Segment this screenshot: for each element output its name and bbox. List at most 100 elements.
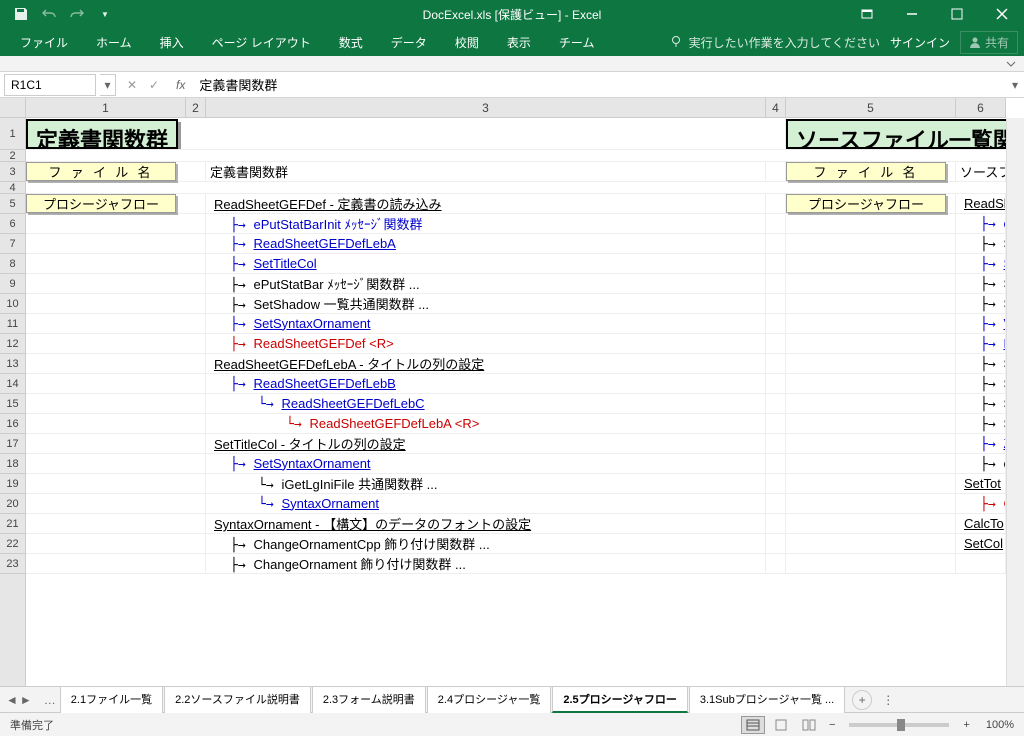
sheet-tab[interactable]: 2.4プロシージャ一覧 bbox=[427, 686, 552, 713]
cell[interactable] bbox=[766, 374, 786, 393]
undo-button[interactable] bbox=[36, 2, 62, 26]
qat-dropdown[interactable]: ▼ bbox=[92, 2, 118, 26]
cell[interactable] bbox=[766, 474, 786, 493]
tell-me-search[interactable]: 実行したい作業を入力してください bbox=[669, 34, 880, 51]
cell[interactable] bbox=[766, 254, 786, 273]
zoom-in-button[interactable]: + bbox=[959, 719, 973, 731]
ribbon-tab-データ[interactable]: データ bbox=[377, 30, 441, 55]
cell[interactable] bbox=[26, 294, 206, 313]
cell[interactable] bbox=[766, 334, 786, 353]
fx-icon[interactable]: fx bbox=[170, 78, 191, 92]
row-header-3[interactable]: 3 bbox=[0, 162, 25, 182]
col-header-1[interactable]: 1 bbox=[26, 98, 186, 117]
col-header-4[interactable]: 4 bbox=[766, 98, 786, 117]
row-header-18[interactable]: 18 bbox=[0, 454, 25, 474]
flow-cell[interactable]: ├→ ChangeOrnament 飾り付け関数群 ... bbox=[206, 554, 766, 573]
cell[interactable] bbox=[786, 274, 956, 293]
row-header-17[interactable]: 17 bbox=[0, 434, 25, 454]
tab-nav-prev[interactable]: ◄ bbox=[6, 693, 18, 707]
select-all-corner[interactable] bbox=[0, 98, 26, 118]
cell[interactable] bbox=[786, 294, 956, 313]
cell[interactable] bbox=[946, 162, 956, 181]
row-header-8[interactable]: 8 bbox=[0, 254, 25, 274]
cell[interactable] bbox=[786, 314, 956, 333]
ribbon-options-button[interactable] bbox=[844, 0, 889, 28]
row-header-6[interactable]: 6 bbox=[0, 214, 25, 234]
ribbon-tab-ファイル[interactable]: ファイル bbox=[6, 30, 82, 55]
flow-cell[interactable]: ReadSheetGEFDef - 定義書の読み込み bbox=[206, 194, 766, 213]
flow-cell[interactable]: ├→ Ca bbox=[956, 494, 1006, 513]
cell[interactable] bbox=[26, 534, 206, 553]
zoom-out-button[interactable]: − bbox=[825, 719, 839, 731]
cell[interactable] bbox=[176, 194, 206, 213]
sheet-tab[interactable]: 2.2ソースファイル説明書 bbox=[164, 686, 311, 713]
cell[interactable] bbox=[766, 314, 786, 333]
col-header-2[interactable]: 2 bbox=[186, 98, 206, 117]
page-layout-view-button[interactable] bbox=[769, 716, 793, 734]
row-header-7[interactable]: 7 bbox=[0, 234, 25, 254]
cell[interactable] bbox=[26, 234, 206, 253]
cell[interactable] bbox=[766, 414, 786, 433]
signin-link[interactable]: サインイン bbox=[890, 34, 950, 51]
row-header-2[interactable]: 2 bbox=[0, 150, 25, 162]
cell[interactable] bbox=[26, 314, 206, 333]
cell[interactable] bbox=[786, 554, 956, 573]
cell[interactable] bbox=[26, 434, 206, 453]
flow-cell[interactable]: ├→ ReadSheetGEFDefLebA bbox=[206, 234, 766, 253]
sheet-tab[interactable]: 2.1ファイル一覧 bbox=[60, 686, 163, 713]
sheet-tab[interactable]: 3.1Subプロシージャ一覧 ... bbox=[689, 686, 845, 713]
cell[interactable] bbox=[26, 474, 206, 493]
cell[interactable] bbox=[786, 414, 956, 433]
flow-cell[interactable]: SetTot bbox=[956, 474, 1006, 493]
cell[interactable]: 定義書関数群 bbox=[206, 162, 766, 181]
cell[interactable] bbox=[946, 194, 956, 213]
cancel-formula-button[interactable]: ✕ bbox=[122, 78, 142, 92]
flow-cell[interactable]: SetCol bbox=[956, 534, 1006, 553]
ribbon-tab-表示[interactable]: 表示 bbox=[493, 30, 545, 55]
cell[interactable] bbox=[766, 214, 786, 233]
row-header-23[interactable]: 23 bbox=[0, 554, 25, 574]
cell[interactable] bbox=[766, 534, 786, 553]
ribbon-tab-挿入[interactable]: 挿入 bbox=[146, 30, 198, 55]
page-break-view-button[interactable] bbox=[797, 716, 821, 734]
row-header-22[interactable]: 22 bbox=[0, 534, 25, 554]
flow-cell[interactable]: ├→ ReadSheetGEFDefLebB bbox=[206, 374, 766, 393]
ribbon-tab-ページ レイアウト[interactable]: ページ レイアウト bbox=[198, 30, 325, 55]
cell[interactable]: ソースファイ bbox=[956, 162, 1006, 181]
row-header-13[interactable]: 13 bbox=[0, 354, 25, 374]
ribbon-tab-校閲[interactable]: 校閲 bbox=[441, 30, 493, 55]
row-header-14[interactable]: 14 bbox=[0, 374, 25, 394]
flow-cell[interactable]: SyntaxOrnament - 【構文】のデータのフォントの設定 bbox=[206, 514, 766, 533]
formula-expand[interactable]: ▾ bbox=[1006, 78, 1024, 92]
cell[interactable] bbox=[786, 214, 956, 233]
flow-cell[interactable]: └→ ReadSheetGEFDefLebC bbox=[206, 394, 766, 413]
flow-cell[interactable]: ├→ ePutStatBarInit ﾒｯｾｰｼﾞ関数群 bbox=[206, 214, 766, 233]
normal-view-button[interactable] bbox=[741, 716, 765, 734]
add-sheet-button[interactable]: + bbox=[852, 690, 872, 710]
cell[interactable] bbox=[786, 394, 956, 413]
flow-cell[interactable]: ├→ ChangeOrnamentCpp 飾り付け関数群 ... bbox=[206, 534, 766, 553]
cell[interactable] bbox=[26, 254, 206, 273]
cells-area[interactable]: 定義書関数群ソースファイル一覧関数フ ァ イ ル 名定義書関数群フ ァ イ ル … bbox=[26, 118, 1006, 686]
row-header-4[interactable]: 4 bbox=[0, 182, 25, 194]
enter-formula-button[interactable]: ✓ bbox=[144, 78, 164, 92]
formula-input[interactable]: 定義書関数群 bbox=[191, 73, 1006, 96]
cell[interactable] bbox=[26, 274, 206, 293]
zoom-slider[interactable] bbox=[849, 723, 949, 727]
cell[interactable] bbox=[786, 354, 956, 373]
cell[interactable] bbox=[786, 234, 956, 253]
flow-cell[interactable]: ├→ SetSyntaxOrnament bbox=[206, 454, 766, 473]
cell[interactable] bbox=[786, 334, 956, 353]
flow-cell[interactable]: ├→ SetShadow 一覧共通関数群 ... bbox=[206, 294, 766, 313]
cell[interactable] bbox=[766, 234, 786, 253]
flow-cell[interactable]: └→ ReadSheetGEFDefLebA <R> bbox=[206, 414, 766, 433]
flow-cell[interactable]: ReadSheetGEFDefLebA - タイトルの列の設定 bbox=[206, 354, 766, 373]
tab-overflow-left[interactable]: … bbox=[40, 693, 60, 707]
maximize-button[interactable] bbox=[934, 0, 979, 28]
ribbon-tab-数式[interactable]: 数式 bbox=[325, 30, 377, 55]
cell[interactable]: ソースファイル一覧関数 bbox=[786, 118, 1006, 149]
cell[interactable] bbox=[26, 414, 206, 433]
flow-cell[interactable]: ├→ SetSyntaxOrnament bbox=[206, 314, 766, 333]
flow-cell[interactable]: ├→ ReadSheetGEFDef <R> bbox=[206, 334, 766, 353]
flow-cell[interactable]: ├→ Se bbox=[956, 374, 1006, 393]
